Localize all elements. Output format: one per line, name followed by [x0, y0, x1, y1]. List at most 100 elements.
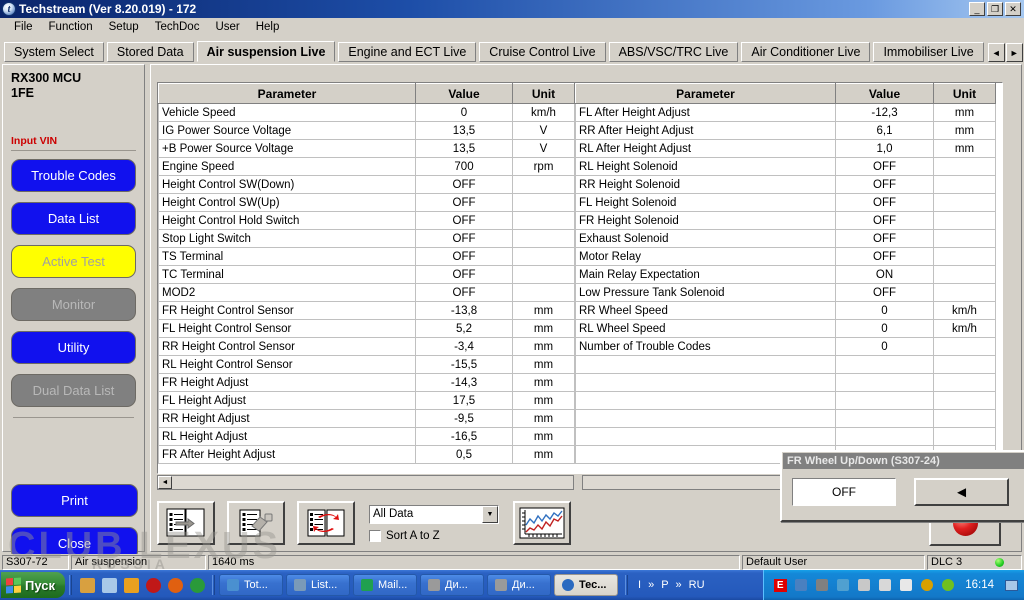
opera-icon[interactable] [142, 574, 164, 596]
header-unit[interactable]: Unit [933, 83, 996, 104]
eset-icon[interactable]: E [772, 577, 788, 593]
ime-item[interactable]: P [659, 579, 670, 591]
table-row[interactable]: TS Terminal OFF [158, 247, 575, 266]
table-row[interactable]: Height Control SW(Down) OFF [158, 175, 575, 194]
battery-icon[interactable] [856, 577, 872, 593]
menu-item-function[interactable]: Function [41, 19, 101, 35]
taskbar-button-techstream-logo-icon[interactable]: Тес... [554, 574, 618, 596]
snapshot-icon[interactable] [227, 501, 285, 545]
table-row[interactable]: IG Power Source Voltage 13,5 V [158, 121, 575, 140]
menu-item-setup[interactable]: Setup [101, 19, 147, 35]
taskbar-button-explorer-icon[interactable]: Ди... [487, 574, 551, 596]
flag-icon[interactable] [898, 577, 914, 593]
table-row[interactable]: Stop Light Switch OFF [158, 229, 575, 248]
tab-scroll-right-icon[interactable]: ► [1005, 43, 1023, 62]
header-value[interactable]: Value [415, 83, 513, 104]
sidebar-button-active-test[interactable]: Active Test [11, 245, 136, 278]
tab-air-suspension-live[interactable]: Air suspension Live [196, 41, 336, 62]
taskbar-button-explorer-icon[interactable]: Ди... [420, 574, 484, 596]
table-row[interactable]: RR Height Control Sensor -3,4 mm [158, 337, 575, 356]
show-desktop-icon[interactable] [1003, 577, 1019, 593]
network-icon[interactable] [793, 577, 809, 593]
taskbar-button-mail-icon[interactable]: Mail... [353, 574, 417, 596]
calculator-icon[interactable] [98, 574, 120, 596]
table-row[interactable]: FL After Height Adjust -12,3 mm [575, 103, 996, 122]
data-filter-dropdown[interactable]: All Data ▼ [369, 504, 499, 524]
table-row[interactable]: Height Control SW(Up) OFF [158, 193, 575, 212]
ime-indicator[interactable]: I» P» RU [632, 579, 711, 591]
scroll-trough[interactable] [172, 476, 573, 489]
chevron-down-icon[interactable]: ▼ [482, 505, 498, 523]
table-row[interactable]: Engine Speed 700 rpm [158, 157, 575, 176]
menu-item-user[interactable]: User [207, 19, 247, 35]
table-row[interactable]: TC Terminal OFF [158, 265, 575, 284]
close-button[interactable]: ✕ [1005, 2, 1021, 16]
table-row[interactable]: RL Height Adjust -16,5 mm [158, 427, 575, 446]
sidebar-button-monitor[interactable]: Monitor [11, 288, 136, 321]
header-unit[interactable]: Unit [512, 83, 575, 104]
ime-item[interactable]: » [674, 579, 684, 591]
table-row[interactable]: Low Pressure Tank Solenoid OFF [575, 283, 996, 302]
tab-engine-and-ect-live[interactable]: Engine and ECT Live [338, 42, 477, 62]
table-row[interactable]: Exhaust Solenoid OFF [575, 229, 996, 248]
table-row[interactable]: Height Control Hold Switch OFF [158, 211, 575, 230]
start-button[interactable]: Пуск [1, 572, 65, 598]
volume-muted-icon[interactable] [814, 577, 830, 593]
taskbar-button-totalcmd-icon[interactable]: Tot... [219, 574, 283, 596]
sidebar-button-print[interactable]: Print [11, 484, 138, 517]
sidebar-button-utility[interactable]: Utility [11, 331, 136, 364]
tab-scroll-left-icon[interactable]: ◄ [987, 43, 1005, 62]
tab-stored-data[interactable]: Stored Data [106, 42, 194, 62]
tab-abs-vsc-trc-live[interactable]: ABS/VSC/TRC Live [608, 42, 739, 62]
chrome-icon[interactable] [186, 574, 208, 596]
table-row[interactable]: Vehicle Speed 0 km/h [158, 103, 575, 122]
table-row[interactable]: RR After Height Adjust 6,1 mm [575, 121, 996, 140]
table-row[interactable]: RL Wheel Speed 0 km/h [575, 319, 996, 338]
ime-item[interactable]: RU [687, 579, 707, 591]
table-row[interactable]: FR Height Solenoid OFF [575, 211, 996, 230]
table-row[interactable]: RL Height Control Sensor -15,5 mm [158, 355, 575, 374]
menu-item-help[interactable]: Help [248, 19, 288, 35]
ime-item[interactable]: I [636, 579, 643, 591]
table-row[interactable]: RR Wheel Speed 0 km/h [575, 301, 996, 320]
table-row[interactable]: Motor Relay OFF [575, 247, 996, 266]
header-value[interactable]: Value [835, 83, 934, 104]
volume-icon[interactable] [877, 577, 893, 593]
table-row[interactable]: FR Height Control Sensor -13,8 mm [158, 301, 575, 320]
graph-icon[interactable] [513, 501, 571, 545]
tab-air-conditioner-live[interactable]: Air Conditioner Live [741, 42, 871, 62]
notepad-icon[interactable] [76, 574, 98, 596]
left-table-hscrollbar[interactable]: ◄ [157, 475, 574, 490]
minimize-button[interactable]: _ [969, 2, 985, 16]
table-row[interactable]: FR After Height Adjust 0,5 mm [158, 445, 575, 464]
table-row[interactable]: RR Height Solenoid OFF [575, 175, 996, 194]
table-row[interactable] [575, 373, 996, 392]
table-row[interactable] [575, 391, 996, 410]
table-row[interactable]: FL Height Solenoid OFF [575, 193, 996, 212]
table-row[interactable]: FL Height Adjust 17,5 mm [158, 391, 575, 410]
table-row[interactable]: Main Relay Expectation ON [575, 265, 996, 284]
sidebar-button-dual-data-list[interactable]: Dual Data List [11, 374, 136, 407]
taskbar-clock[interactable]: 16:14 [965, 579, 994, 591]
dialog-left-button[interactable]: ◄ [914, 478, 1009, 506]
scroll-left-arrow-icon[interactable]: ◄ [158, 476, 172, 489]
menu-item-file[interactable]: File [6, 19, 41, 35]
table-row[interactable] [575, 355, 996, 374]
header-parameter[interactable]: Parameter [575, 83, 836, 104]
checkmark-icon[interactable] [120, 574, 142, 596]
update-icon[interactable] [835, 577, 851, 593]
table-row[interactable]: MOD2 OFF [158, 283, 575, 302]
taskbar-button-lister-icon[interactable]: List... [286, 574, 350, 596]
table-row[interactable] [575, 409, 996, 428]
firefox-icon[interactable] [164, 574, 186, 596]
restore-button[interactable]: ❐ [987, 2, 1003, 16]
tab-immobiliser-live[interactable]: Immobiliser Live [873, 42, 984, 62]
tab-cruise-control-live[interactable]: Cruise Control Live [479, 42, 606, 62]
table-row[interactable]: RR Height Adjust -9,5 mm [158, 409, 575, 428]
target-icon[interactable] [919, 577, 935, 593]
ime-item[interactable]: » [646, 579, 656, 591]
tab-system-select[interactable]: System Select [4, 42, 104, 62]
input-vin-label[interactable]: Input VIN [11, 135, 136, 147]
table-row[interactable]: FL Height Control Sensor 5,2 mm [158, 319, 575, 338]
table-row[interactable] [575, 427, 996, 446]
